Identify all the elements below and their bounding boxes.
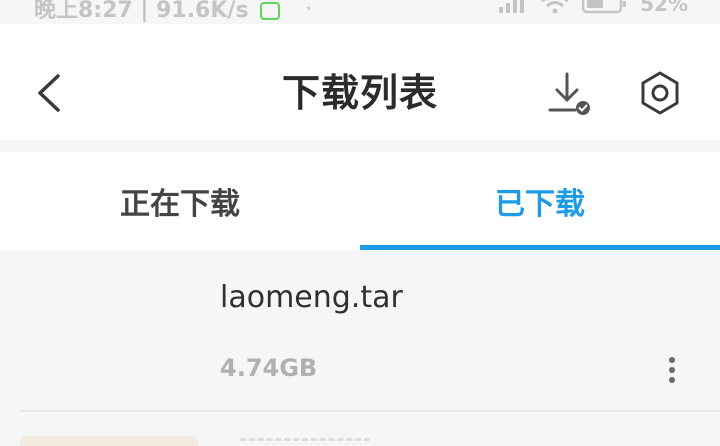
- more-vertical-icon: [669, 357, 675, 383]
- battery-percent: 52%: [640, 0, 688, 16]
- screen: 晚上8:27 | 91.6K/s · 52% 下载列表 正在下载 已下载 lao…: [0, 0, 720, 446]
- file-name-partial: [240, 438, 370, 446]
- settings-button[interactable]: [633, 66, 687, 120]
- file-list: laomeng.tar 4.74GB: [0, 250, 720, 446]
- status-right: 52%: [498, 0, 688, 16]
- tab-downloaded[interactable]: 已下载: [360, 152, 720, 250]
- battery-icon: [582, 0, 627, 14]
- list-item[interactable]: laomeng.tar 4.74GB: [0, 250, 720, 410]
- downloaded-files-button[interactable]: [543, 68, 595, 120]
- file-thumbnail: [20, 436, 198, 446]
- back-button[interactable]: [24, 66, 74, 120]
- status-bar: 晚上8:27 | 91.6K/s · 52%: [0, 0, 720, 24]
- status-left: 晚上8:27 | 91.6K/s ·: [34, 0, 311, 24]
- hexagon-settings-icon: [641, 71, 679, 115]
- tab-bar: 正在下载 已下载: [0, 152, 720, 250]
- signal-icon: [499, 0, 525, 13]
- file-name: laomeng.tar: [220, 280, 403, 315]
- status-dot: ·: [305, 1, 312, 17]
- more-options-button[interactable]: [660, 354, 684, 390]
- wifi-icon: [541, 0, 569, 14]
- file-size: 4.74GB: [220, 354, 318, 382]
- list-divider: [20, 410, 720, 412]
- status-time-speed: 晚上8:27 | 91.6K/s: [34, 0, 249, 23]
- download-done-icon: [548, 72, 590, 115]
- app-notification-icon: [260, 2, 281, 20]
- back-arrow-icon: [38, 74, 60, 112]
- app-bar: 下载列表: [0, 24, 720, 140]
- tab-downloading[interactable]: 正在下载: [0, 152, 360, 250]
- list-item-partial: [0, 436, 720, 446]
- page-title: 下载列表: [281, 71, 438, 115]
